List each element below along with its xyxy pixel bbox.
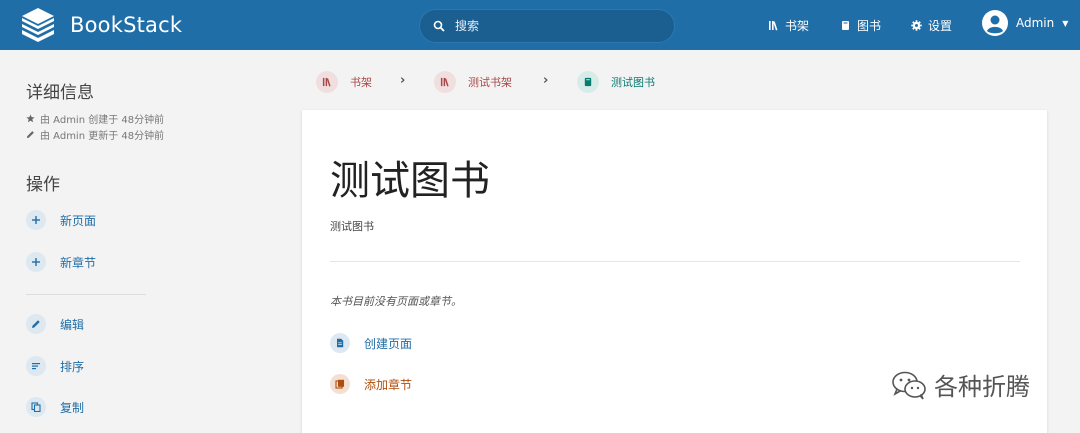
copy-label: 复制 (60, 400, 85, 415)
shelf-icon (434, 71, 456, 93)
pencil-icon (26, 131, 34, 139)
book-description: 测试图书 (330, 220, 374, 233)
sort-label: 排序 (60, 359, 85, 374)
breadcrumb-book-label: 测试图书 (611, 76, 655, 89)
watermark: 各种折腾 (890, 367, 1030, 402)
details-title: 详细信息 (26, 83, 94, 103)
add-chapter-button[interactable]: 添加章节 (330, 374, 412, 394)
create-page-label: 创建页面 (364, 336, 413, 351)
app-logo[interactable]: BookStack (20, 8, 182, 42)
chapter-icon (330, 374, 350, 394)
plus-icon (26, 210, 46, 230)
nav-settings-label: 设置 (928, 18, 953, 33)
shelf-icon (769, 20, 778, 30)
edit-label: 编辑 (60, 317, 85, 332)
content-divider (330, 261, 1020, 262)
empty-message: 本书目前没有页面或章节。 (330, 295, 462, 308)
nav-settings[interactable]: 设置 (911, 0, 952, 50)
sidebar-divider (26, 294, 146, 295)
app-name: BookStack (70, 13, 183, 37)
chevron-right-icon: › (543, 73, 549, 88)
sort-action[interactable]: 排序 (26, 356, 84, 376)
user-name: Admin (1016, 16, 1055, 30)
page-icon (330, 333, 350, 353)
updated-meta: 由 Admin 更新于 48分钟前 (26, 127, 164, 142)
actions-title: 操作 (26, 175, 60, 195)
copy-action[interactable]: 复制 (26, 397, 84, 417)
new-chapter-label: 新章节 (60, 255, 97, 270)
breadcrumb-shelf-label: 测试书架 (468, 76, 512, 89)
chevron-right-icon: › (400, 73, 406, 88)
new-chapter-action[interactable]: 新章节 (26, 252, 96, 272)
search-icon (433, 20, 445, 32)
avatar (982, 10, 1008, 36)
pencil-icon (26, 314, 46, 334)
create-page-button[interactable]: 创建页面 (330, 333, 412, 353)
book-icon (842, 20, 849, 30)
user-menu[interactable]: Admin ▼ (982, 10, 1068, 36)
breadcrumb-book[interactable]: 测试图书 (577, 71, 655, 93)
breadcrumb-shelves-label: 书架 (350, 76, 372, 89)
nav-books[interactable]: 图书 (840, 0, 881, 50)
page-title: 测试图书 (330, 158, 490, 204)
bookstack-logo-icon (22, 8, 54, 42)
created-meta: 由 Admin 创建于 48分钟前 (26, 111, 164, 126)
search-input[interactable] (455, 19, 655, 33)
star-icon (26, 114, 35, 123)
updated-text: 由 Admin 更新于 48分钟前 (40, 131, 165, 142)
breadcrumb-shelves[interactable]: 书架 (316, 71, 372, 93)
watermark-text: 各种折腾 (934, 373, 1030, 401)
search-box[interactable] (419, 9, 675, 43)
edit-action[interactable]: 编辑 (26, 314, 84, 334)
nav-books-label: 图书 (857, 18, 882, 33)
new-page-label: 新页面 (60, 213, 97, 228)
top-header: BookStack 书架 图书 设置 (0, 0, 1080, 50)
created-text: 由 Admin 创建于 48分钟前 (40, 115, 165, 126)
shelf-icon (316, 71, 338, 93)
sort-icon (26, 356, 46, 376)
nav-shelves-label: 书架 (785, 18, 810, 33)
chevron-down-icon: ▼ (1062, 18, 1069, 28)
copy-icon (26, 397, 46, 417)
nav-shelves[interactable]: 书架 (768, 0, 809, 50)
gear-icon (911, 19, 922, 31)
wechat-icon (892, 371, 926, 400)
breadcrumb-shelf[interactable]: 测试书架 (434, 71, 512, 93)
book-icon (577, 71, 599, 93)
add-chapter-label: 添加章节 (364, 377, 413, 392)
plus-icon (26, 252, 46, 272)
new-page-action[interactable]: 新页面 (26, 210, 96, 230)
